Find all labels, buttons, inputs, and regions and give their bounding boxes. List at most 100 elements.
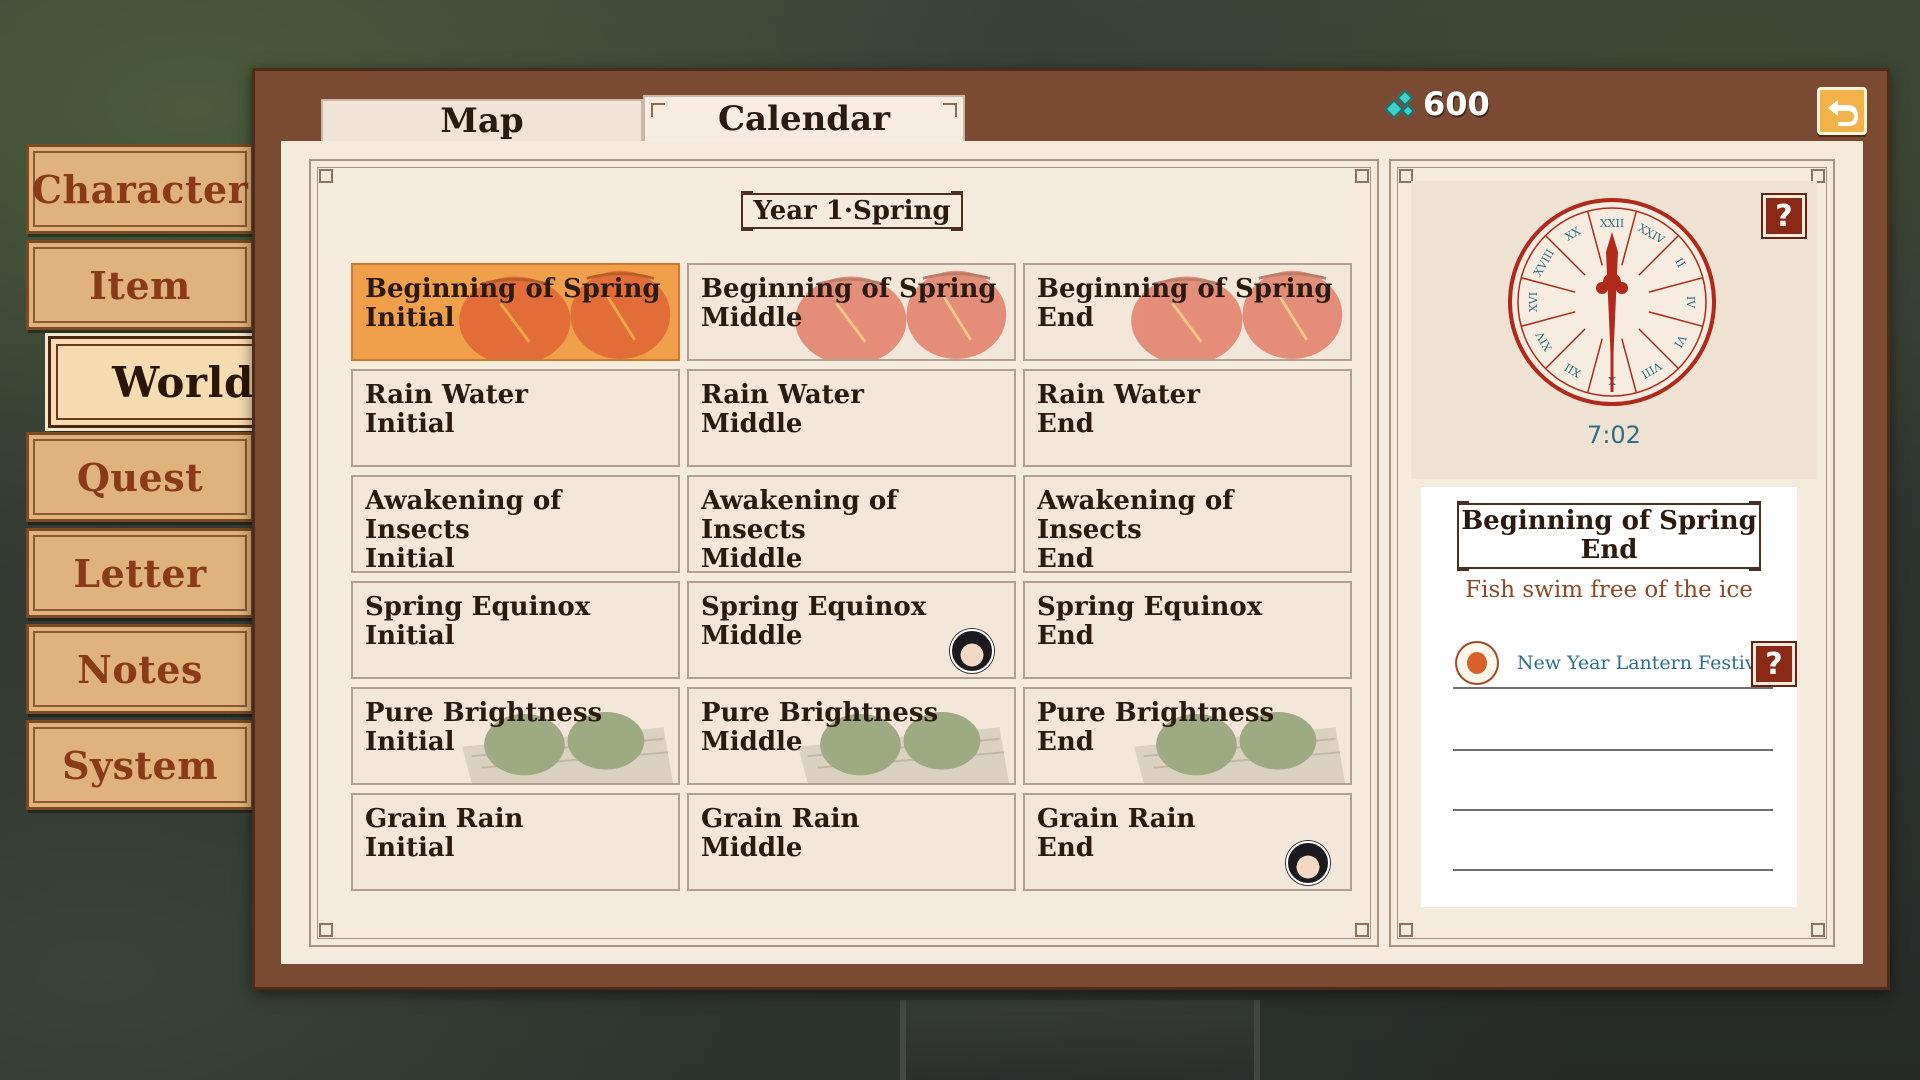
calendar-cell[interactable]: Awakening of Insects Initial	[351, 475, 680, 573]
menu-notes-button[interactable]: Notes	[26, 624, 254, 714]
help-button[interactable]: ?	[1763, 195, 1805, 237]
calendar-cell[interactable]: Awakening of Insects End	[1023, 475, 1352, 573]
cell-term: Pure Brightness	[701, 698, 939, 728]
event-label: New Year Lantern Festival	[1516, 652, 1773, 674]
calendar-cell[interactable]: Awakening of Insects Middle	[687, 475, 1016, 573]
tab-map[interactable]: Map	[321, 99, 643, 143]
menu-quest-button[interactable]: Quest	[26, 432, 254, 522]
gem-icon	[1383, 88, 1416, 120]
calendar-cell[interactable]: Beginning of Spring Middle	[687, 263, 1016, 361]
frame-corner-ornament	[1355, 169, 1369, 183]
currency-display: 600	[1383, 85, 1490, 123]
cell-phase: Middle	[701, 409, 803, 439]
cell-phase: Initial	[365, 409, 455, 439]
empty-event-line	[1453, 809, 1773, 811]
tab-calendar[interactable]: Calendar	[643, 95, 965, 143]
event-row[interactable]: New Year Lantern Festival	[1453, 639, 1773, 689]
currency-value: 600	[1423, 85, 1490, 123]
cell-term: Pure Brightness	[1037, 698, 1275, 728]
calendar-cell-label: Beginning of Spring Middle	[701, 275, 1002, 333]
term-description: Fish swim free of the ice	[1465, 577, 1753, 603]
calendar-cell[interactable]: Pure Brightness End	[1023, 687, 1352, 785]
menu-system-button[interactable]: System	[26, 720, 254, 810]
cell-phase: Initial	[365, 621, 455, 651]
cell-term: Rain Water	[365, 380, 528, 410]
character-portrait-icon	[950, 629, 994, 673]
calendar-cell-label: Beginning of Spring Initial	[365, 275, 666, 333]
cell-phase: End	[1037, 544, 1094, 573]
clock-numeral: XVI	[1527, 292, 1540, 312]
empty-event-line	[1453, 869, 1773, 871]
clock-numeral: IV	[1684, 296, 1697, 309]
calendar-frame: Year 1·Spring Beginning of Spring Initial…	[309, 159, 1379, 947]
frame-corner-ornament	[319, 169, 333, 183]
calendar-cell[interactable]: Rain Water Initial	[351, 369, 680, 467]
calendar-cell-label: Pure Brightness Initial	[365, 699, 666, 757]
calendar-cell[interactable]: Spring Equinox End	[1023, 581, 1352, 679]
menu-letter-button[interactable]: Letter	[26, 528, 254, 618]
cell-phase: Middle	[701, 833, 803, 863]
tab-corner-ornament	[943, 103, 957, 117]
clock-numeral: XXII	[1600, 217, 1624, 230]
calendar-cell-label: Awakening of Insects Middle	[701, 486, 1002, 572]
cell-phase: Initial	[365, 544, 455, 573]
frame-corner-ornament	[1399, 923, 1413, 937]
cell-term: Spring Equinox	[365, 592, 591, 622]
cell-term: Spring Equinox	[701, 592, 927, 622]
cell-phase: Middle	[701, 303, 803, 333]
cell-phase: End	[1037, 621, 1094, 651]
cell-term: Grain Rain	[365, 804, 524, 834]
back-arrow-icon	[1828, 100, 1858, 126]
cell-phase: Middle	[701, 727, 803, 757]
cell-phase: End	[1037, 303, 1094, 333]
calendar-cell[interactable]: Grain Rain Middle	[687, 793, 1016, 891]
calendar-cell[interactable]: Rain Water End	[1023, 369, 1352, 467]
calendar-cell[interactable]: Pure Brightness Middle	[687, 687, 1016, 785]
cell-term: Grain Rain	[1037, 804, 1196, 834]
frame-corner-ornament	[1811, 923, 1825, 937]
content-area: Year 1·Spring Beginning of Spring Initial…	[281, 141, 1863, 964]
cell-term: Beginning of Spring	[365, 274, 661, 304]
cell-term: Spring Equinox	[1037, 592, 1263, 622]
menu-item-button[interactable]: Item	[26, 240, 254, 330]
tab-corner-ornament	[651, 103, 665, 117]
frame-corner-ornament	[1355, 923, 1369, 937]
calendar-cell-label: Pure Brightness Middle	[701, 699, 1002, 757]
cell-phase: End	[1037, 409, 1094, 439]
calendar-cell-label: Grain Rain Initial	[365, 805, 666, 863]
cell-phase: End	[1037, 727, 1094, 757]
empty-event-line	[1453, 749, 1773, 751]
character-portrait-icon	[1286, 841, 1330, 885]
info-panel: ? XXIIXXIVIIIVVIVIIIXXIIXIVXVIXVIIIXX 7:…	[1389, 159, 1835, 947]
event-help-button[interactable]: ?	[1753, 643, 1795, 685]
sundial-clock-icon: XXIIXXIVIIIVVIVIIIXXIIXIVXVIXVIIIXX	[1508, 198, 1716, 406]
cell-term: Rain Water	[701, 380, 864, 410]
selected-term-name: Beginning of Spring	[1461, 506, 1757, 536]
cell-phase: Initial	[365, 727, 455, 757]
selected-term-title: Beginning of Spring End	[1457, 501, 1761, 571]
calendar-cell[interactable]: Grain Rain End	[1023, 793, 1352, 891]
menu-character-button[interactable]: Character	[26, 144, 254, 234]
cell-term: Awakening of Insects	[701, 486, 898, 545]
background-railing	[900, 1000, 1260, 1080]
selected-term-phase: End	[1580, 535, 1638, 565]
calendar-cell-label: Beginning of Spring End	[1037, 275, 1338, 333]
main-panel: Map Calendar 600 Year 1·Spring Beginning…	[252, 68, 1890, 990]
calendar-cell[interactable]: Spring Equinox Initial	[351, 581, 680, 679]
calendar-cell-label: Awakening of Insects Initial	[365, 487, 666, 573]
calendar-cell[interactable]: Spring Equinox Middle	[687, 581, 1016, 679]
calendar-cell[interactable]: Grain Rain Initial	[351, 793, 680, 891]
clock-time: 7:02	[1587, 421, 1641, 449]
clock-area: ? XXIIXXIVIIIVVIVIIIXXIIXIVXVIXVIIIXX 7:…	[1411, 181, 1817, 479]
tab-calendar-label: Calendar	[717, 99, 891, 139]
calendar-cell-label: Spring Equinox Initial	[365, 593, 666, 651]
calendar-cell[interactable]: Beginning of Spring End	[1023, 263, 1352, 361]
calendar-cell[interactable]: Pure Brightness Initial	[351, 687, 680, 785]
calendar-cell[interactable]: Beginning of Spring Initial	[351, 263, 680, 361]
cell-term: Grain Rain	[701, 804, 860, 834]
term-info-card: Beginning of Spring End Fish swim free o…	[1421, 487, 1797, 907]
calendar-cell[interactable]: Rain Water Middle	[687, 369, 1016, 467]
calendar-cell-label: Rain Water Middle	[701, 381, 1002, 439]
season-title: Year 1·Spring	[741, 191, 963, 231]
back-button[interactable]	[1817, 87, 1867, 135]
